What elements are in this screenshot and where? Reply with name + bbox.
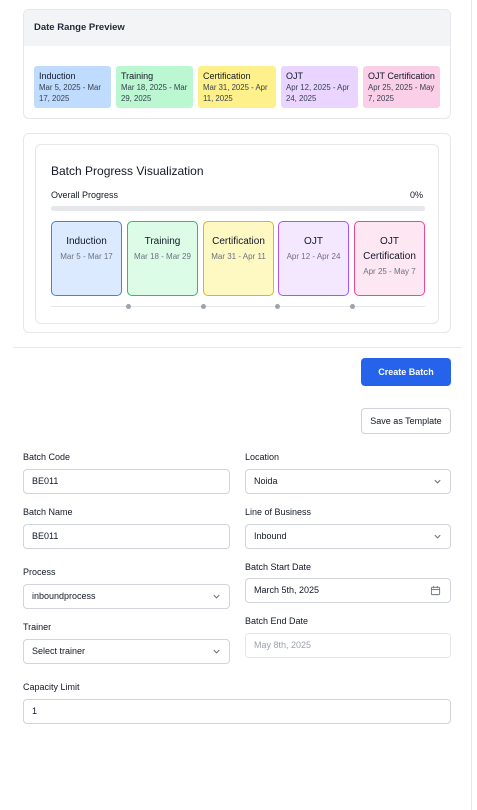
chip-title: Certification [203, 71, 251, 81]
stage-title: Induction [66, 236, 107, 247]
batch-progress-title: Batch Progress Visualization [51, 164, 204, 178]
batch-progress-card: Batch Progress Visualization Overall Pro… [23, 133, 451, 333]
chevron-down-icon [213, 649, 220, 654]
chevron-down-icon [434, 479, 441, 484]
batch-code-label: Batch Code [23, 452, 71, 462]
stage-card-ojt: OJT Apr 12 - Apr 24 [278, 221, 349, 296]
chip-title: OJT [286, 71, 303, 81]
create-batch-button[interactable]: Create Batch [361, 358, 451, 386]
date-range-preview-card: Date Range Preview Induction Mar 5, 2025… [23, 9, 451, 119]
section-divider [13, 347, 462, 348]
chip-title: Induction [39, 71, 76, 81]
stage-title: Training [144, 236, 181, 247]
stage-title: OJT [304, 236, 323, 247]
stage-card-ojt-certification: OJT Certification Apr 25 - May 7 [354, 221, 425, 296]
stage-card-induction: Induction Mar 5 - Mar 17 [51, 221, 122, 296]
timeline-marker [275, 304, 280, 309]
batch-end-date-field: May 8th, 2025 [245, 633, 451, 658]
stage-dates: Mar 5 - Mar 17 [60, 252, 113, 261]
chip-dates: Mar 31, 2025 - Apr 11, 2025 [203, 83, 268, 103]
chip-title: Training [121, 71, 154, 81]
process-value: inboundprocess [32, 591, 96, 601]
date-chip-certification: Certification Mar 31, 2025 - Apr 11, 202… [198, 66, 276, 108]
date-chip-ojt: OJT Apr 12, 2025 - Apr 24, 2025 [281, 66, 358, 108]
save-as-template-button[interactable]: Save as Template [361, 408, 451, 434]
process-select[interactable]: inboundprocess [23, 584, 230, 609]
batch-start-date-label: Batch Start Date [245, 562, 312, 572]
date-chip-induction: Induction Mar 5, 2025 - Mar 17, 2025 [34, 66, 111, 108]
trainer-label: Trainer [23, 622, 52, 632]
batch-name-label: Batch Name [23, 507, 73, 517]
calendar-icon [430, 585, 441, 596]
batch-code-input[interactable]: BE011 [23, 469, 230, 494]
stage-title: OJT Certification [363, 236, 416, 262]
chip-dates: Apr 12, 2025 - Apr 24, 2025 [286, 83, 350, 103]
stage-dates: Mar 31 - Apr 11 [211, 252, 266, 261]
capacity-limit-value: 1 [32, 706, 38, 716]
capacity-limit-input[interactable]: 1 [23, 699, 451, 724]
window-edge [471, 0, 477, 810]
chevron-down-icon [434, 534, 441, 539]
stage-timeline [51, 306, 425, 307]
process-label: Process [23, 567, 56, 577]
timeline-marker [350, 304, 355, 309]
batch-name-input[interactable]: BE011 [23, 524, 230, 549]
overall-progress-value: 0% [409, 190, 423, 200]
batch-start-date-value: March 5th, 2025 [254, 585, 320, 595]
stage-dates: Apr 25 - May 7 [363, 267, 416, 276]
capacity-limit-label: Capacity Limit [23, 682, 80, 692]
chip-dates: Mar 18, 2025 - Mar 29, 2025 [121, 83, 188, 103]
chevron-down-icon [213, 594, 220, 599]
chip-dates: Mar 5, 2025 - Mar 17, 2025 [39, 83, 101, 103]
trainer-select[interactable]: Select trainer [23, 639, 230, 664]
stage-title: Certification [212, 236, 265, 247]
chip-dates: Apr 25, 2025 - May 7, 2025 [368, 83, 435, 103]
date-chip-training: Training Mar 18, 2025 - Mar 29, 2025 [116, 66, 193, 108]
line-of-business-label: Line of Business [245, 507, 312, 517]
batch-end-date-value: May 8th, 2025 [254, 640, 312, 650]
stage-dates: Mar 18 - Mar 29 [134, 252, 191, 261]
date-chip-ojt-certification: OJT Certification Apr 25, 2025 - May 7, … [363, 66, 440, 108]
timeline-marker [201, 304, 206, 309]
batch-progress-panel: Batch Progress Visualization Overall Pro… [35, 144, 439, 324]
trainer-placeholder: Select trainer [32, 646, 86, 656]
overall-progress-bar [51, 206, 425, 211]
chip-title: OJT Certification [368, 71, 435, 81]
batch-end-date-label: Batch End Date [245, 616, 309, 626]
timeline-marker [126, 304, 131, 309]
date-range-preview-title: Date Range Preview [24, 10, 450, 46]
batch-name-value: BE011 [32, 531, 59, 541]
location-label: Location [245, 452, 280, 462]
stage-card-training: Training Mar 18 - Mar 29 [127, 221, 198, 296]
batch-code-value: BE011 [32, 476, 59, 486]
stage-card-certification: Certification Mar 31 - Apr 11 [203, 221, 274, 296]
line-of-business-value: Inbound [254, 531, 287, 541]
location-value: Noida [254, 476, 278, 486]
location-select[interactable]: Noida [245, 469, 451, 494]
line-of-business-select[interactable]: Inbound [245, 524, 451, 549]
stage-dates: Apr 12 - Apr 24 [286, 252, 341, 261]
overall-progress-label: Overall Progress [51, 190, 119, 200]
batch-start-date-picker[interactable]: March 5th, 2025 [245, 578, 451, 603]
